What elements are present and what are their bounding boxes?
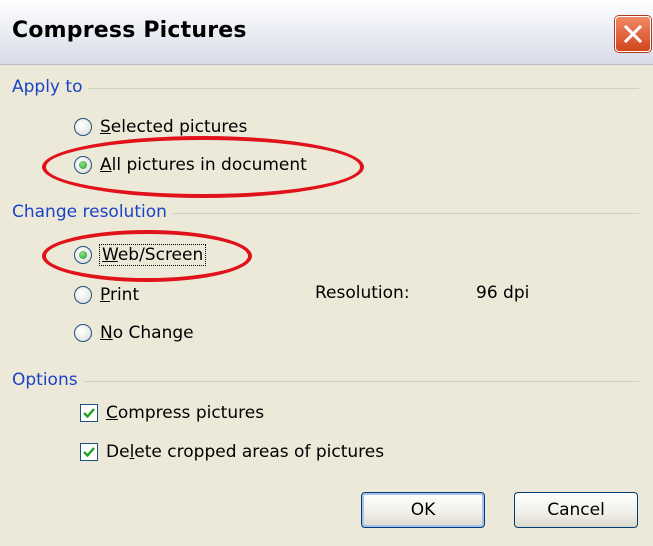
window-title: Compress Pictures (12, 18, 247, 43)
radio-web-screen[interactable]: Web/Screen (74, 243, 207, 267)
close-button[interactable] (615, 16, 651, 52)
radio-no-change[interactable]: No Change (74, 321, 194, 345)
radio-button[interactable] (74, 118, 92, 136)
apply-to-separator (14, 88, 639, 89)
radio-button[interactable] (74, 324, 92, 342)
radio-label: No Change (100, 323, 194, 343)
options-label: Options (12, 370, 84, 390)
checkmark-icon (83, 408, 95, 419)
checkbox-delete-cropped[interactable]: Delete cropped areas of pictures (80, 440, 384, 464)
cancel-button[interactable]: Cancel (514, 492, 638, 528)
title-bar: Compress Pictures (0, 0, 653, 65)
checkbox[interactable] (80, 404, 98, 422)
resolution-label: Resolution: (315, 283, 410, 303)
radio-button[interactable] (74, 286, 92, 304)
radio-label: Selected pictures (100, 117, 248, 137)
checkmark-icon (83, 447, 95, 458)
close-icon (623, 24, 643, 44)
radio-label: All pictures in document (100, 155, 307, 175)
radio-button-checked[interactable] (74, 156, 92, 174)
apply-to-label: Apply to (12, 77, 89, 97)
checkbox[interactable] (80, 443, 98, 461)
ok-button[interactable]: OK (361, 492, 485, 528)
change-resolution-label: Change resolution (12, 202, 173, 222)
radio-button-checked[interactable] (74, 246, 92, 264)
radio-all-pictures[interactable]: All pictures in document (74, 153, 307, 177)
radio-label: Web/Screen (98, 244, 207, 266)
checkbox-compress-pictures[interactable]: Compress pictures (80, 401, 264, 425)
checkbox-label: Compress pictures (106, 403, 265, 423)
options-separator (14, 381, 639, 382)
resolution-value: 96 dpi (476, 283, 530, 303)
checkbox-label: Delete cropped areas of pictures (106, 442, 385, 462)
radio-label: Print (100, 285, 140, 305)
radio-print[interactable]: Print (74, 283, 139, 307)
radio-selected-pictures[interactable]: Selected pictures (74, 115, 247, 139)
